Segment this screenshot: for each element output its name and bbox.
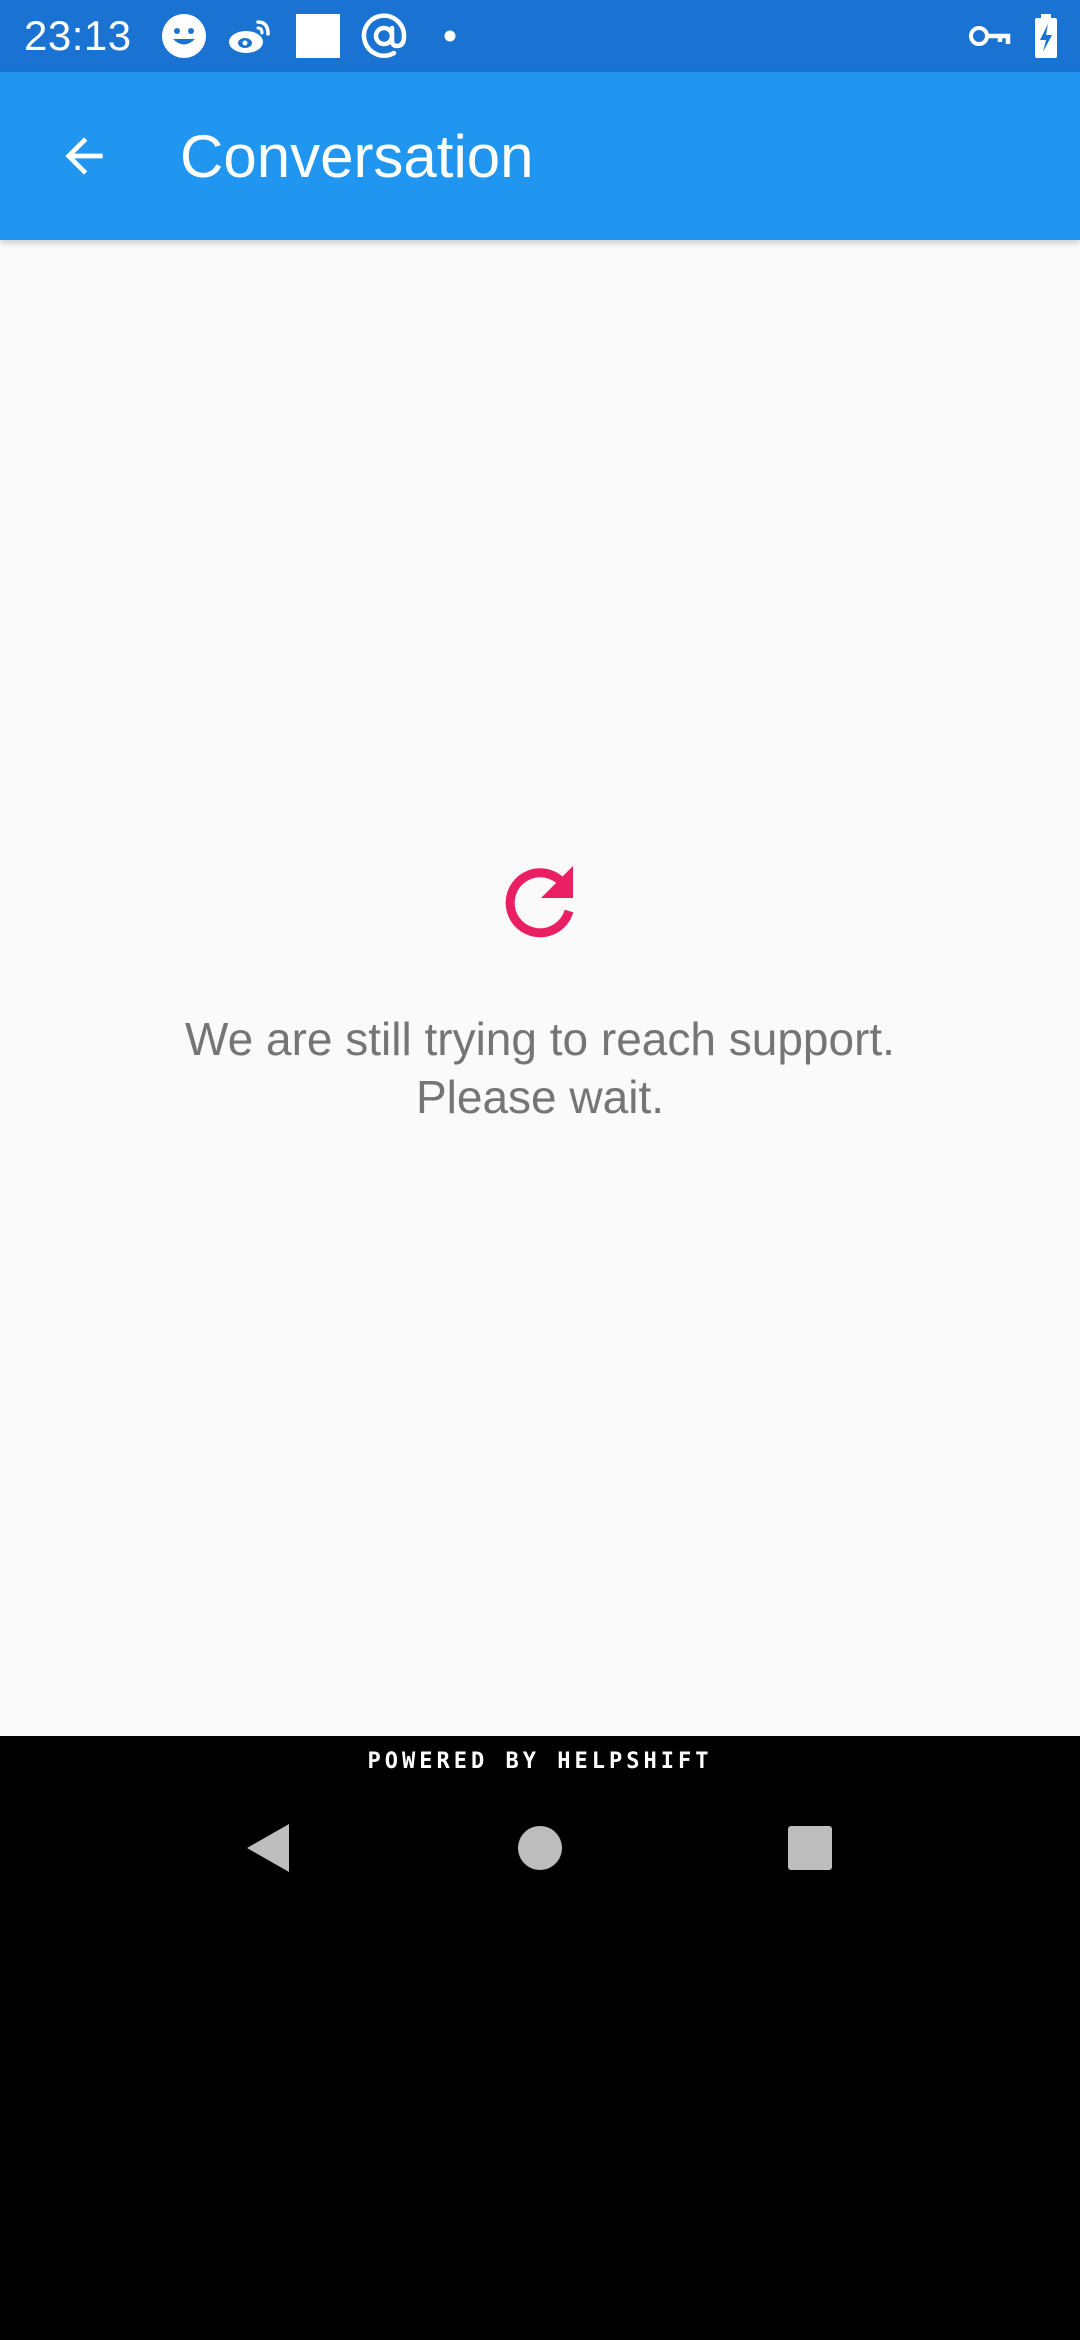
nav-home-icon (518, 1826, 562, 1870)
square-notification-icon (294, 12, 342, 60)
nav-recents-button[interactable] (762, 1800, 858, 1896)
helpshift-footer: POWERED BY HELPSHIFT (0, 1736, 1080, 1786)
page-title: Conversation (180, 123, 534, 190)
retry-button[interactable] (496, 860, 584, 948)
status-message-line-2: Please wait. (415, 1071, 664, 1123)
status-message-line-1: We are still trying to reach support. (185, 1013, 895, 1065)
at-sign-icon (360, 12, 408, 60)
status-bar: 23:13 (0, 0, 1080, 72)
screen: 23:13 Conversation We are still trying t… (0, 0, 1080, 2340)
conversation-content: We are still trying to reach support. Pl… (0, 240, 1080, 1736)
back-button[interactable] (36, 108, 132, 204)
app-bar: Conversation (0, 72, 1080, 240)
arrow-back-icon (65, 137, 103, 175)
vpn-key-icon (966, 12, 1014, 60)
dot-icon (426, 12, 474, 60)
nav-back-icon (247, 1824, 289, 1872)
battery-charging-icon (1022, 12, 1070, 60)
powered-by-label: POWERED BY HELPSHIFT (367, 1748, 713, 1774)
nav-back-button[interactable] (220, 1800, 316, 1896)
nav-recents-icon (788, 1826, 832, 1870)
nav-home-button[interactable] (492, 1800, 588, 1896)
weibo-icon (226, 12, 274, 60)
system-nav-bar (0, 1786, 1080, 1910)
status-message: We are still trying to reach support. Pl… (60, 1010, 1020, 1126)
refresh-icon (505, 866, 574, 938)
smiley-icon (160, 12, 208, 60)
status-time: 23:13 (24, 12, 132, 59)
